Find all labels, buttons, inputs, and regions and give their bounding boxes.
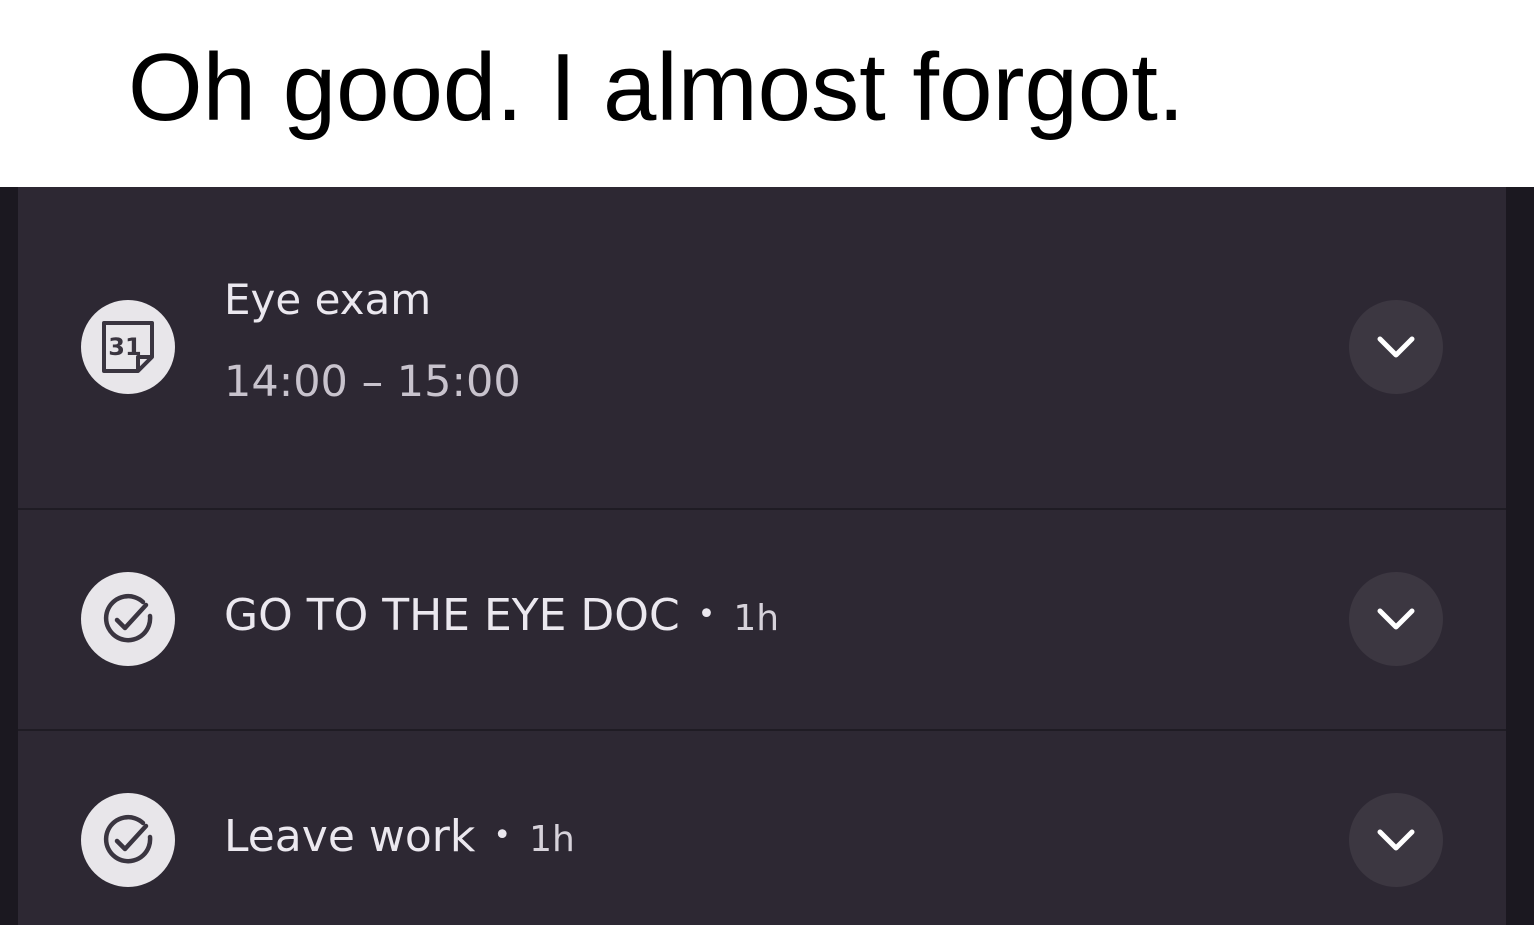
notification-time: 1h — [733, 598, 780, 639]
notification-title: Leave work — [224, 811, 476, 862]
task-check-icon — [81, 572, 175, 666]
notification-leave-work[interactable]: Leave work • 1h — [18, 731, 1506, 925]
notification-time: 1h — [529, 819, 575, 860]
separator-dot: • — [697, 597, 716, 632]
meme-caption-bar: Oh good. I almost forgot. — [0, 0, 1534, 187]
notification-title: GO TO THE EYE DOC — [224, 590, 680, 641]
expand-button[interactable] — [1349, 793, 1443, 887]
chevron-down-icon — [1377, 336, 1415, 358]
separator-dot: • — [493, 818, 512, 853]
calendar-31-icon: 31 — [81, 300, 175, 394]
notification-eye-exam[interactable]: 31 Eye exam 14:00 – 15:00 — [18, 187, 1506, 508]
task-check-icon — [81, 793, 175, 887]
notification-title-row: GO TO THE EYE DOC • 1h — [224, 590, 779, 641]
chevron-down-icon — [1377, 608, 1415, 630]
notification-shade: 31 Eye exam 14:00 – 15:00 GO TO THE EYE — [0, 187, 1534, 925]
notification-time-range: 14:00 – 15:00 — [224, 357, 521, 407]
chevron-down-icon — [1377, 829, 1415, 851]
meme-caption: Oh good. I almost forgot. — [128, 34, 1185, 141]
expand-button[interactable] — [1349, 300, 1443, 394]
notification-go-to-eye-doc[interactable]: GO TO THE EYE DOC • 1h — [18, 510, 1506, 729]
notification-panel: 31 Eye exam 14:00 – 15:00 GO TO THE EYE — [18, 187, 1506, 925]
expand-button[interactable] — [1349, 572, 1443, 666]
calendar-day: 31 — [108, 333, 141, 361]
notification-title-row: Leave work • 1h — [224, 811, 575, 862]
notification-title: Eye exam — [224, 275, 432, 324]
